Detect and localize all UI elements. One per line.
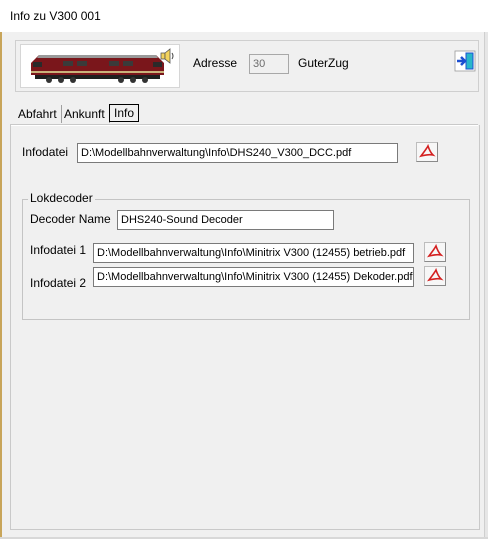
background-edge [0, 32, 2, 539]
zug-label: GuterZug [298, 56, 349, 70]
open-infodatei2-button[interactable] [424, 266, 446, 286]
decoder-name-label: Decoder Name [30, 212, 111, 226]
adresse-field[interactable]: 30 [249, 54, 289, 74]
infodatei2-label: Infodatei 2 [30, 276, 87, 290]
pdf-icon [419, 143, 436, 158]
exit-button[interactable] [453, 49, 477, 73]
exit-door-icon [454, 50, 476, 72]
speaker-icon[interactable] [160, 47, 176, 65]
window-title: Info zu V300 001 [10, 9, 101, 23]
infodatei1-label: Infodatei 1 [30, 243, 87, 257]
open-infodatei1-button[interactable] [424, 242, 446, 262]
decoder-name-field[interactable]: DHS240-Sound Decoder [117, 210, 334, 230]
tab-info[interactable]: Info [109, 104, 140, 122]
window-border [484, 32, 488, 539]
pdf-icon [427, 243, 444, 258]
adresse-label: Adresse [193, 56, 238, 70]
locomotive-image [20, 44, 180, 88]
infodatei-label: Infodatei [22, 145, 69, 159]
tab-page-info [10, 125, 480, 530]
infodatei-field[interactable]: D:\Modellbahnverwaltung\Info\DHS240_V300… [77, 143, 398, 163]
pdf-icon [427, 267, 444, 282]
infodatei1-field[interactable]: D:\Modellbahnverwaltung\Info\Minitrix V3… [93, 243, 414, 263]
tab-ankunft[interactable]: Ankunft [60, 105, 110, 123]
tab-abfahrt[interactable]: Abfahrt [14, 105, 62, 123]
infodatei2-field[interactable]: D:\Modellbahnverwaltung\Info\Minitrix V3… [93, 267, 414, 287]
lokdecoder-title: Lokdecoder [28, 191, 95, 205]
open-infodatei-button[interactable] [416, 142, 438, 162]
